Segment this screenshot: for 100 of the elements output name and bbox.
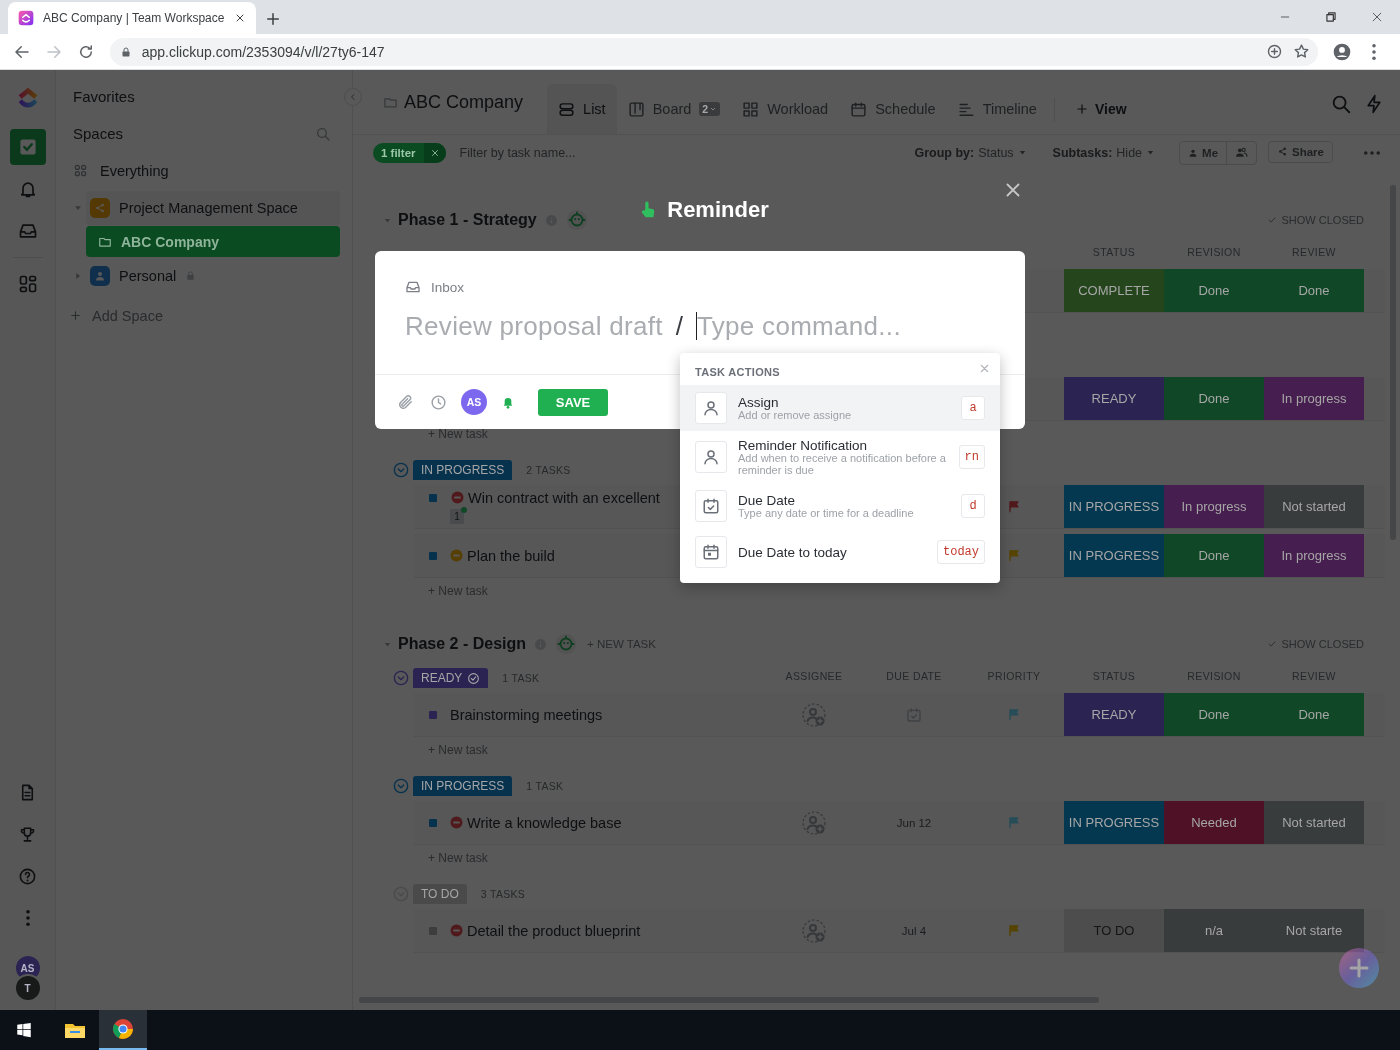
- more-icon[interactable]: [1364, 150, 1380, 155]
- view-tab[interactable]: Timeline: [946, 84, 1048, 134]
- task-name[interactable]: Detail the product blueprint: [467, 922, 641, 939]
- automation-icon[interactable]: [565, 209, 588, 231]
- menu-item[interactable]: Due Date to today today: [680, 529, 1000, 575]
- collapse-group-icon[interactable]: [393, 462, 409, 478]
- view-tab[interactable]: Board 2: [616, 84, 732, 134]
- close-icon: [234, 12, 246, 24]
- browser-tab[interactable]: ABC Company | Team Workspace: [8, 2, 256, 34]
- review-cell[interactable]: In progress: [1264, 534, 1364, 577]
- list-item[interactable]: ABC Company: [86, 226, 340, 257]
- shortcut-key: d: [961, 494, 985, 518]
- location-label[interactable]: Inbox: [431, 279, 465, 295]
- due-date[interactable]: Jun 12: [896, 816, 932, 829]
- menu-item[interactable]: Assign Add or remove assigne a: [680, 385, 1000, 431]
- task-row[interactable]: Write a knowledge base Jun 12 IN PROGRESS Needed Not started: [414, 801, 1385, 845]
- sidebar-item[interactable]: Everything: [69, 152, 340, 189]
- search-icon[interactable]: [1330, 93, 1352, 115]
- menu-heading: TASK ACTIONS: [695, 366, 780, 378]
- person-icon: [702, 399, 720, 417]
- calendar-icon[interactable]: [906, 706, 922, 723]
- slash-text: /: [675, 310, 683, 342]
- menu-item[interactable]: Due Date Type any date or time for a deadline d: [680, 483, 1000, 529]
- menu-item-hint: Add when to receive a notification before a reminder is due: [738, 453, 947, 476]
- add-assignee-icon[interactable]: [802, 810, 826, 835]
- space-item[interactable]: Personal: [86, 258, 340, 293]
- status-cell[interactable]: IN PROGRESS: [1064, 485, 1164, 528]
- share-button[interactable]: Share: [1268, 140, 1333, 163]
- due-date[interactable]: Jul 4: [901, 924, 927, 937]
- modal-title: Reminder: [667, 197, 769, 223]
- command-input[interactable]: Type command...: [697, 310, 997, 342]
- inbox-icon: [405, 279, 421, 295]
- task-row[interactable]: Brainstorming meetings READY Done Done: [414, 693, 1385, 737]
- sidebar-heading[interactable]: Spaces: [69, 125, 124, 142]
- close-icon: [429, 147, 440, 158]
- status-cell[interactable]: COMPLETE: [1064, 269, 1164, 312]
- collapse-sidebar-button[interactable]: [344, 88, 362, 106]
- save-button[interactable]: SAVE: [538, 388, 608, 416]
- status-cell[interactable]: READY: [1064, 377, 1164, 420]
- status-cell[interactable]: IN PROGRESS: [1064, 534, 1164, 577]
- review-cell[interactable]: In progress: [1264, 377, 1364, 420]
- new-tab-button[interactable]: [264, 10, 282, 28]
- menu-item-hint: Type any date or time for a deadline: [738, 507, 915, 520]
- paperclip-icon: [397, 393, 414, 411]
- collapse-group-icon[interactable]: [393, 778, 409, 794]
- task-name[interactable]: Win contract with an excellent: [468, 489, 660, 506]
- reminder-time-button[interactable]: [430, 393, 447, 411]
- collapse-group-icon[interactable]: [393, 670, 409, 686]
- revision-cell[interactable]: Done: [1164, 377, 1264, 420]
- lightning-icon[interactable]: [1364, 94, 1384, 114]
- task-name[interactable]: Plan the build: [467, 547, 555, 564]
- task-name[interactable]: Brainstorming meetings: [450, 706, 603, 723]
- user-avatar[interactable]: AS: [461, 389, 487, 415]
- view-tab[interactable]: Schedule: [839, 84, 947, 134]
- space-item[interactable]: Project Management Space: [86, 190, 340, 225]
- install-button[interactable]: [1266, 43, 1284, 60]
- add-assignee-icon[interactable]: [802, 702, 826, 727]
- flag-icon[interactable]: [1007, 707, 1021, 722]
- revision-cell[interactable]: Done: [1164, 534, 1264, 577]
- task-name[interactable]: Write a knowledge base: [467, 814, 622, 831]
- revision-cell[interactable]: Needed: [1164, 801, 1264, 844]
- address-bar[interactable]: app.clickup.com/2353094/v/l/27ty6-147: [109, 37, 1319, 66]
- status-cell[interactable]: IN PROGRESS: [1064, 801, 1164, 844]
- sidebar-heading[interactable]: Favorites: [69, 88, 135, 105]
- attach-button[interactable]: [397, 393, 414, 411]
- search-icon[interactable]: [315, 125, 331, 142]
- plus-icon: [1074, 102, 1089, 116]
- add-assignee-icon[interactable]: [802, 918, 826, 943]
- review-cell[interactable]: Not starte: [1264, 909, 1364, 952]
- filter-chip[interactable]: 1 filter: [373, 142, 446, 163]
- review-cell[interactable]: Done: [1264, 269, 1364, 312]
- task-row[interactable]: Detail the product blueprint Jul 4 TO DO n/a Not starte: [414, 909, 1385, 953]
- automation-icon[interactable]: [555, 633, 578, 655]
- flag-icon[interactable]: [1007, 923, 1021, 938]
- revision-cell[interactable]: Done: [1164, 693, 1264, 736]
- review-cell[interactable]: Done: [1264, 693, 1364, 736]
- clear-filter-button[interactable]: [423, 142, 446, 163]
- status-cell[interactable]: READY: [1064, 693, 1164, 736]
- review-cell[interactable]: Not started: [1264, 485, 1364, 528]
- menu-item-title: Due Date: [738, 492, 797, 508]
- rail-button[interactable]: [9, 129, 46, 165]
- flag-icon[interactable]: [1007, 815, 1021, 830]
- revision-cell[interactable]: In progress: [1164, 485, 1264, 528]
- review-cell[interactable]: Not started: [1264, 801, 1364, 844]
- menu-item[interactable]: Reminder Notification Add when to receive a notification before a reminder is due rn: [680, 431, 1000, 483]
- user-avatar[interactable]: AS: [15, 956, 40, 980]
- close-button[interactable]: [978, 362, 991, 375]
- add-button[interactable]: [1339, 948, 1379, 988]
- flag-icon[interactable]: [1007, 499, 1021, 514]
- taskbar-app[interactable]: [99, 1010, 147, 1050]
- flag-icon[interactable]: [1007, 548, 1021, 563]
- view-tab[interactable]: Workload: [731, 84, 840, 134]
- user-avatar[interactable]: T: [15, 976, 40, 1000]
- add-view-button[interactable]: View: [1068, 84, 1133, 134]
- bookmark-button[interactable]: [1293, 43, 1311, 60]
- more-icon: [25, 910, 30, 926]
- view-tab[interactable]: List: [547, 84, 617, 134]
- inbox-icon: [17, 221, 38, 241]
- revision-cell[interactable]: n/a: [1164, 909, 1264, 952]
- revision-cell[interactable]: Done: [1164, 269, 1264, 312]
